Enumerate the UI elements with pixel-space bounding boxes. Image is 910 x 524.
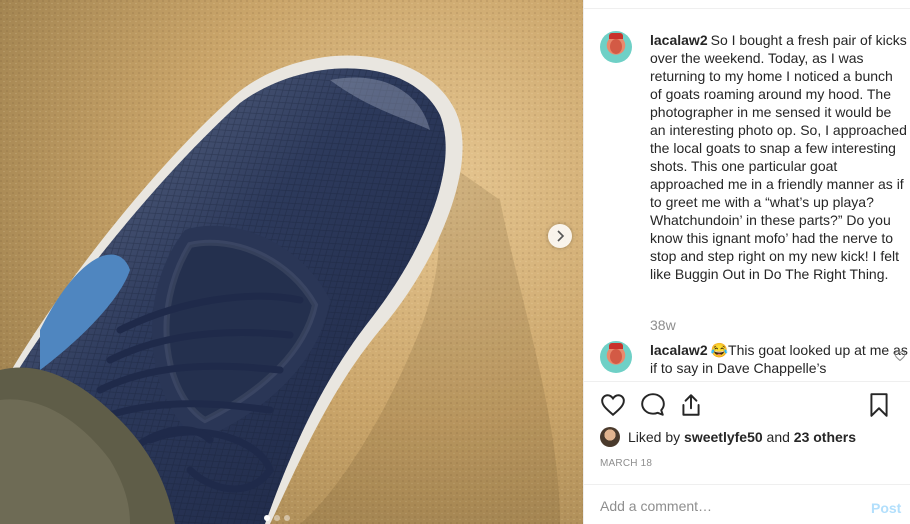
comment-icon[interactable] bbox=[640, 392, 666, 418]
username[interactable]: lacalaw2 bbox=[650, 342, 708, 358]
like-comment-heart-icon[interactable] bbox=[894, 350, 906, 362]
post-button[interactable]: Post bbox=[871, 500, 901, 516]
post-photo[interactable] bbox=[0, 0, 583, 524]
divider bbox=[584, 484, 910, 485]
add-comment-input[interactable] bbox=[600, 498, 830, 514]
comments-list: lacalaw2 So I bought a fresh pair of kick… bbox=[584, 9, 910, 381]
liker-avatar[interactable] bbox=[600, 427, 620, 447]
likes-conjunction: and bbox=[766, 429, 790, 445]
likes-summary: Liked by sweetlyfe50 and 23 others bbox=[600, 427, 856, 447]
carousel-dot bbox=[264, 515, 270, 521]
likes-prefix: Liked by bbox=[628, 429, 681, 445]
divider bbox=[584, 381, 910, 382]
bookmark-icon[interactable] bbox=[866, 392, 892, 418]
action-bar bbox=[600, 392, 900, 420]
likes-count[interactable]: 23 others bbox=[794, 429, 856, 445]
share-icon[interactable] bbox=[678, 392, 704, 418]
caption-body: So I bought a fresh pair of kicks over t… bbox=[650, 32, 907, 282]
carousel-indicator bbox=[264, 515, 290, 521]
timestamp[interactable]: 38w bbox=[650, 317, 676, 333]
chevron-right-icon bbox=[557, 230, 565, 242]
heart-icon[interactable] bbox=[600, 392, 626, 418]
carousel-dot bbox=[284, 515, 290, 521]
comment-text: lacalaw2 😂This goat looked up at me as if… bbox=[650, 341, 908, 377]
post-detail-panel: lacalaw2 So I bought a fresh pair of kick… bbox=[583, 0, 910, 524]
caption-text: lacalaw2 So I bought a fresh pair of kick… bbox=[650, 31, 908, 283]
liker-username[interactable]: sweetlyfe50 bbox=[684, 429, 763, 445]
carousel-dot bbox=[274, 515, 280, 521]
avatar[interactable] bbox=[600, 341, 632, 373]
avatar[interactable] bbox=[600, 31, 632, 63]
next-photo-button[interactable] bbox=[548, 224, 572, 248]
post-date[interactable]: MARCH 18 bbox=[600, 458, 652, 469]
username[interactable]: lacalaw2 bbox=[650, 32, 708, 48]
emoji: 😂 bbox=[710, 342, 729, 358]
sneaker-photo bbox=[0, 0, 583, 524]
